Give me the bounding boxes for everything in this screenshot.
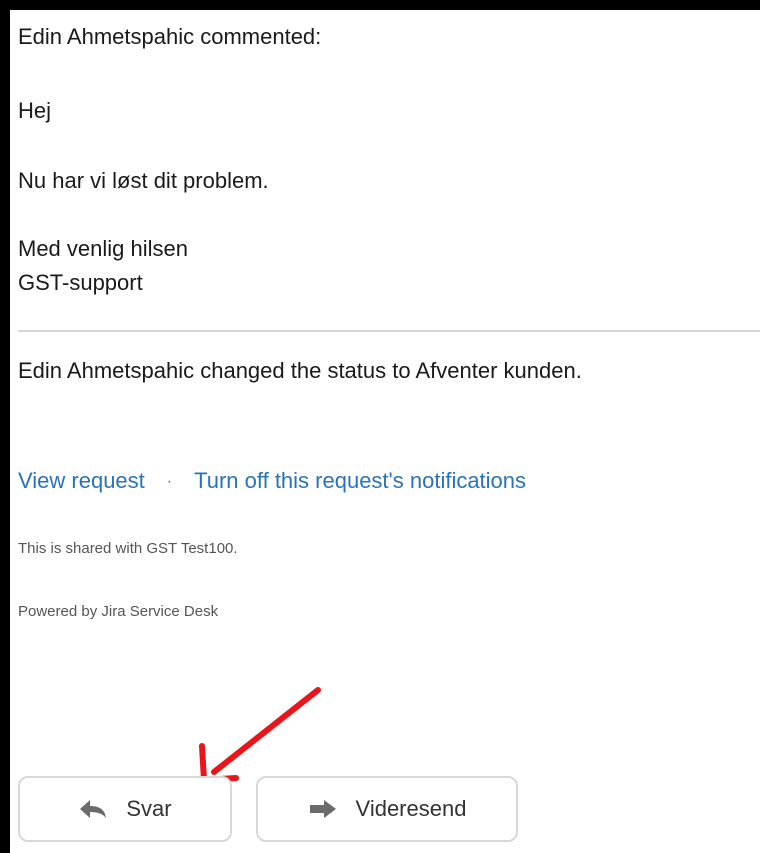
reply-button-label: Svar [126,796,172,821]
divider [18,330,760,332]
forward-arrow-icon [308,798,338,820]
comment-signature: GST-support [18,270,143,295]
comment-greeting: Hej [18,98,52,123]
request-links: View request · Turn off this request's not… [18,468,526,494]
email-panel: Edin Ahmetspahic commented: Hej Nu har v… [10,10,760,853]
turn-off-notifications-link[interactable]: Turn off this request's notifications [194,468,526,493]
comment-signoff: Med venlig hilsen [18,236,188,261]
reply-arrow-icon [78,798,108,820]
comment-text: Nu har vi løst dit problem. [18,168,269,193]
shared-with-text: This is shared with GST Test100. [18,540,238,557]
link-separator: · [166,473,173,491]
reply-button[interactable]: Svar [18,776,232,842]
status-change-text: Edin Ahmetspahic changed the status to A… [18,358,582,383]
powered-by-text: Powered by Jira Service Desk [18,603,219,620]
forward-button[interactable]: Videresend [256,776,518,842]
view-request-link[interactable]: View request [18,468,145,493]
comment-header: Edin Ahmetspahic commented: [18,24,322,49]
forward-button-label: Videresend [355,796,467,821]
red-pointer-arrow-icon [199,687,321,783]
